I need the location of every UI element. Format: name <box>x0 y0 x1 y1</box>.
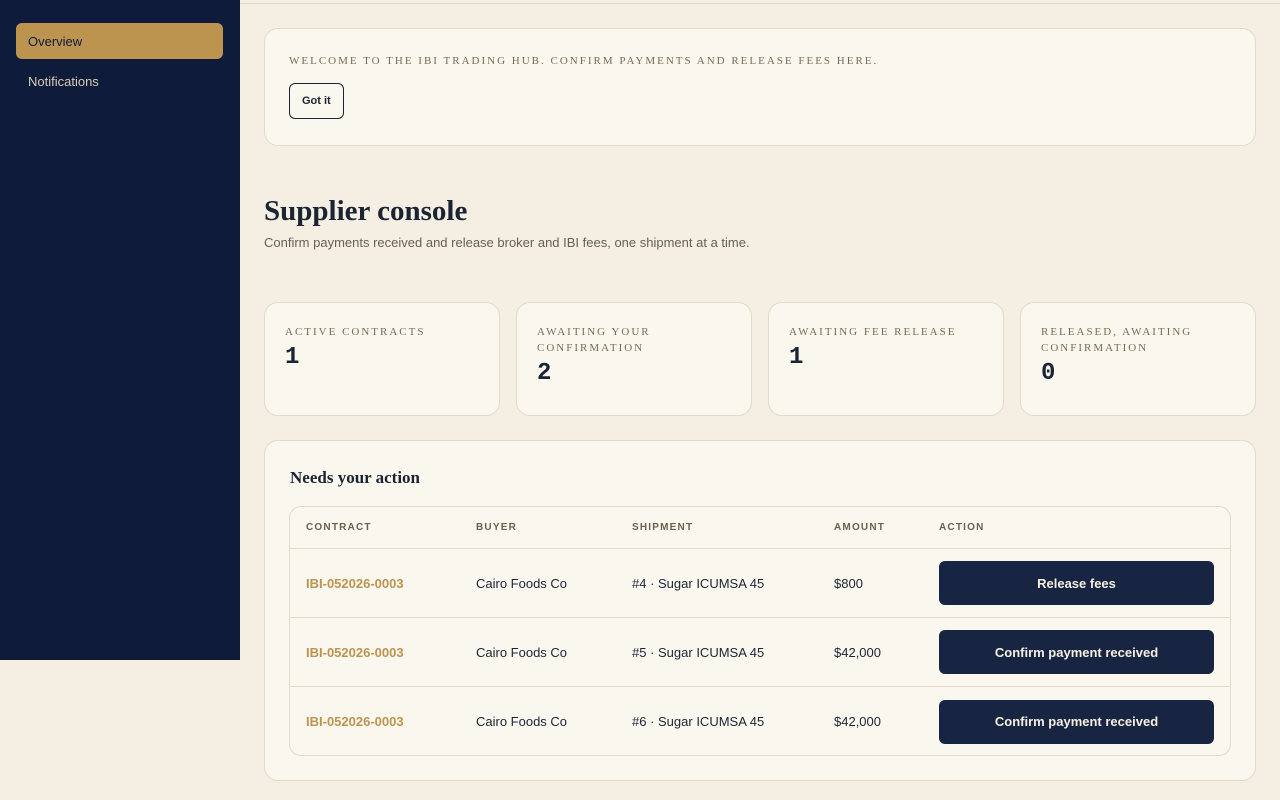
table-row: IBI-052026-0003 Cairo Foods Co #6 · Suga… <box>290 687 1230 755</box>
amount-cell: $42,000 <box>834 714 881 729</box>
shipment-cell: #4 · Sugar ICUMSA 45 <box>632 575 765 591</box>
sidebar-item-overview[interactable]: Overview <box>16 23 223 59</box>
table-row: IBI-052026-0003 Cairo Foods Co #4 · Suga… <box>290 549 1230 618</box>
column-header-contract: Contract <box>306 522 372 533</box>
welcome-text: Welcome to the IBI trading hub. Confirm … <box>289 55 879 67</box>
section-title: Needs your action <box>290 468 421 487</box>
dismiss-welcome-button[interactable]: Got it <box>289 83 344 119</box>
confirm-payment-button[interactable]: Confirm payment received <box>939 699 1214 744</box>
column-header-amount: Amount <box>834 522 886 533</box>
column-header-buyer: Buyer <box>476 522 518 533</box>
table-header: Contract Buyer Shipment Amount Action <box>290 507 1230 549</box>
amount-cell: $800 <box>834 575 863 591</box>
buyer-cell: Cairo Foods Co <box>476 575 568 591</box>
stat-value: 1 <box>285 344 300 371</box>
stat-value: 2 <box>537 360 552 387</box>
stat-value: 1 <box>789 344 804 371</box>
shipment-cell: #6 · Sugar ICUMSA 45 <box>632 714 765 729</box>
stat-card-released-awaiting-confirmation: Released, awaiting confirmation 0 <box>1020 302 1256 416</box>
sidebar-item-label: Notifications <box>28 73 99 89</box>
stat-label: Awaiting fee release <box>789 326 957 338</box>
amount-cell: $42,000 <box>834 644 881 660</box>
stat-card-awaiting-confirmation: Awaiting your confirmation 2 <box>516 302 752 416</box>
contract-link[interactable]: IBI-052026-0003 <box>306 576 404 591</box>
shipment-cell: #5 · Sugar ICUMSA 45 <box>632 644 765 660</box>
buyer-cell: Cairo Foods Co <box>476 644 568 660</box>
stat-label: Released, awaiting confirmation <box>1041 326 1193 354</box>
top-divider <box>240 3 1280 4</box>
welcome-banner: Welcome to the IBI trading hub. Confirm … <box>264 28 1256 146</box>
sidebar: Overview Notifications <box>0 0 240 660</box>
contract-link[interactable]: IBI-052026-0003 <box>306 714 404 729</box>
stat-card-active-contracts: Active contracts 1 <box>264 302 500 416</box>
sidebar-item-label: Overview <box>28 33 83 49</box>
stat-label: Active contracts <box>285 326 426 338</box>
buyer-cell: Cairo Foods Co <box>476 714 568 729</box>
column-header-action: Action <box>939 522 985 533</box>
page-subtitle: Confirm payments received and release br… <box>264 235 750 250</box>
stat-label: Awaiting your confirmation <box>537 326 651 354</box>
actions-table: Contract Buyer Shipment Amount Action IB… <box>289 506 1231 756</box>
needs-action-card: Needs your action Contract Buyer Shipmen… <box>264 440 1256 781</box>
sidebar-item-notifications[interactable]: Notifications <box>16 63 223 99</box>
column-header-shipment: Shipment <box>632 522 694 533</box>
release-fees-button[interactable]: Release fees <box>939 561 1214 605</box>
confirm-payment-button[interactable]: Confirm payment received <box>939 630 1214 674</box>
page-title: Supplier console <box>264 195 468 227</box>
stat-card-awaiting-fee-release: Awaiting fee release 1 <box>768 302 1004 416</box>
stat-value: 0 <box>1041 360 1056 387</box>
table-row: IBI-052026-0003 Cairo Foods Co #5 · Suga… <box>290 618 1230 687</box>
contract-link[interactable]: IBI-052026-0003 <box>306 645 404 660</box>
